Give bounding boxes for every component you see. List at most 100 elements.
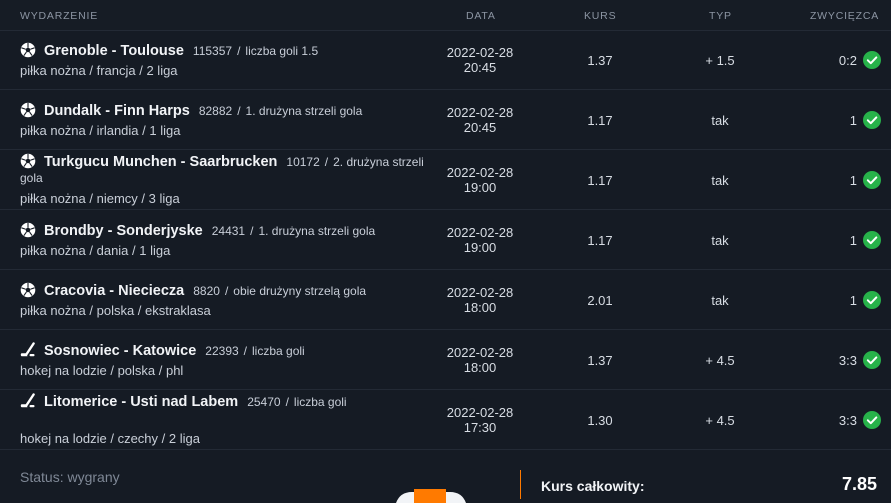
check-circle-icon xyxy=(863,411,881,429)
bet-row[interactable]: Sosnowiec - Katowice 22393 / liczba goli ho… xyxy=(0,330,891,390)
odds-value: 1.17 xyxy=(587,173,613,188)
result-score: 3:3 xyxy=(838,352,857,368)
bet-summary: Status: wygrany Kurs całkowity: 7.85 xyxy=(0,449,891,503)
result-score: 1 xyxy=(849,292,857,308)
bet-type: + 1.5 xyxy=(705,53,735,68)
bet-row[interactable]: Dundalk - Finn Harps 82882 / 1. drużyna str… xyxy=(0,90,891,150)
event-date: 2022-02-28 xyxy=(446,285,514,300)
odds-value: 1.17 xyxy=(587,113,613,128)
check-circle-icon xyxy=(863,111,881,129)
match-name[interactable]: Sosnowiec - Katowice xyxy=(44,343,196,359)
event-time: 17:30 xyxy=(463,420,497,435)
event-title: Sosnowiec - Katowice 22393 / liczba goli xyxy=(20,342,430,359)
market-name: liczba goli 1.5 xyxy=(245,44,319,58)
odds-value: 1.30 xyxy=(587,413,613,428)
column-header-event: WYDARZENIE xyxy=(20,10,99,22)
event-datetime: 2022-02-28 17:30 xyxy=(440,405,520,435)
league-path: piłka nożna / dania / 1 liga xyxy=(20,243,171,258)
separator: / xyxy=(324,155,329,169)
result-cell: 1 xyxy=(850,110,881,130)
event-datetime: 2022-02-28 19:00 xyxy=(440,165,520,195)
match-name[interactable]: Brondby - Sonderjyske xyxy=(44,223,203,239)
bet-row[interactable]: Brondby - Sonderjyske 24431 / 1. drużyna st… xyxy=(0,210,891,270)
league-path: piłka nożna / niemcy / 3 liga xyxy=(20,191,180,206)
column-header-winner: ZWYCIĘZCA xyxy=(809,10,879,22)
league-path: hokej na lodzie / polska / phl xyxy=(20,363,184,378)
event-title: Dundalk - Finn Harps 82882 / 1. drużyna str… xyxy=(20,102,430,119)
result-cell: 3:3 xyxy=(839,350,881,370)
bet-row[interactable]: Litomerice - Usti nad Labem 25470 / liczba … xyxy=(0,390,891,450)
check-circle-icon xyxy=(863,351,881,369)
match-name[interactable]: Grenoble - Toulouse xyxy=(44,43,184,59)
soccer-ball-icon xyxy=(20,42,36,58)
match-name[interactable]: Litomerice - Usti nad Labem xyxy=(44,394,238,410)
event-id: 22393 xyxy=(205,344,239,358)
event-date: 2022-02-28 xyxy=(446,225,514,240)
column-header-odds: KURS xyxy=(584,10,617,22)
result-score: 1 xyxy=(849,112,857,128)
event-id: 8820 xyxy=(193,284,220,298)
event-datetime: 2022-02-28 18:00 xyxy=(440,345,520,375)
event-time: 20:45 xyxy=(463,60,497,75)
match-name[interactable]: Turkgucu Munchen - Saarbrucken xyxy=(44,154,277,170)
event-date: 2022-02-28 xyxy=(446,45,514,60)
event-time: 19:00 xyxy=(463,240,497,255)
league-path: piłka nożna / polska / ekstraklasa xyxy=(20,303,211,318)
odds-value: 2.01 xyxy=(587,293,613,308)
bet-row[interactable]: Grenoble - Toulouse 115357 / liczba goli 1.… xyxy=(0,30,891,90)
separator: / xyxy=(224,284,229,298)
bet-row[interactable]: Cracovia - Nieciecza 8820 / obie drużyny st… xyxy=(0,270,891,330)
event-title: Turkgucu Munchen - Saarbrucken 10172/2. d… xyxy=(20,153,430,186)
market-name: 1. drużyna strzeli gola xyxy=(258,224,376,238)
match-name[interactable]: Cracovia - Nieciecza xyxy=(44,283,184,299)
event-date: 2022-02-28 xyxy=(446,405,514,420)
market-name: obie drużyny strzelą gola xyxy=(233,284,367,298)
event-time: 19:00 xyxy=(463,180,497,195)
event-time: 18:00 xyxy=(463,300,497,315)
event-title: Brondby - Sonderjyske 24431 / 1. drużyna st… xyxy=(20,222,430,239)
result-score: 3:3 xyxy=(838,412,857,428)
event-id: 25470 xyxy=(247,395,281,409)
table-header: WYDARZENIE DATA KURS TYP ZWYCIĘZCA xyxy=(0,0,891,31)
result-cell: 1 xyxy=(850,230,881,250)
event-id: 10172 xyxy=(286,155,320,169)
separator: / xyxy=(237,44,241,58)
hockey-stick-icon xyxy=(20,342,36,358)
column-header-date: DATA xyxy=(466,10,496,22)
separator: / xyxy=(285,395,289,409)
result-score: 0:2 xyxy=(838,52,857,68)
bet-type: tak xyxy=(711,293,729,308)
check-circle-icon xyxy=(863,171,881,189)
event-time: 20:45 xyxy=(463,120,497,135)
event-date: 2022-02-28 xyxy=(446,345,514,360)
bet-type: tak xyxy=(711,233,729,248)
bet-type: + 4.5 xyxy=(705,353,735,368)
result-score: 1 xyxy=(849,172,857,188)
match-name[interactable]: Dundalk - Finn Harps xyxy=(44,103,190,119)
column-header-type: TYP xyxy=(709,10,732,22)
event-title: Grenoble - Toulouse 115357 / liczba goli 1.… xyxy=(20,42,430,59)
soccer-ball-icon xyxy=(20,102,36,118)
bet-type: tak xyxy=(711,113,729,128)
event-title: Litomerice - Usti nad Labem 25470 / liczba … xyxy=(20,393,430,410)
event-datetime: 2022-02-28 19:00 xyxy=(440,225,520,255)
odds-value: 1.17 xyxy=(587,233,613,248)
hockey-stick-icon xyxy=(20,393,36,409)
event-id: 82882 xyxy=(198,104,233,118)
result-score: 1 xyxy=(849,232,857,248)
result-cell: 0:2 xyxy=(839,50,881,70)
bet-row[interactable]: Turkgucu Munchen - Saarbrucken 10172/2. d… xyxy=(0,150,891,210)
league-path: hokej na lodzie / czechy / 2 liga xyxy=(20,431,200,446)
separator: / xyxy=(243,344,248,358)
market-name: liczba goli xyxy=(293,395,347,409)
event-id: 24431 xyxy=(211,224,246,238)
separator: / xyxy=(237,104,241,118)
event-title: Cracovia - Nieciecza 8820 / obie drużyny st… xyxy=(20,282,430,299)
event-datetime: 2022-02-28 18:00 xyxy=(440,285,520,315)
market-name: 1. drużyna strzeli gola xyxy=(245,104,363,118)
bet-status: Status: wygrany xyxy=(20,469,120,485)
soccer-ball-icon xyxy=(20,153,36,169)
odds-value: 1.37 xyxy=(587,353,613,368)
event-date: 2022-02-28 xyxy=(446,105,514,120)
result-cell: 1 xyxy=(850,290,881,310)
